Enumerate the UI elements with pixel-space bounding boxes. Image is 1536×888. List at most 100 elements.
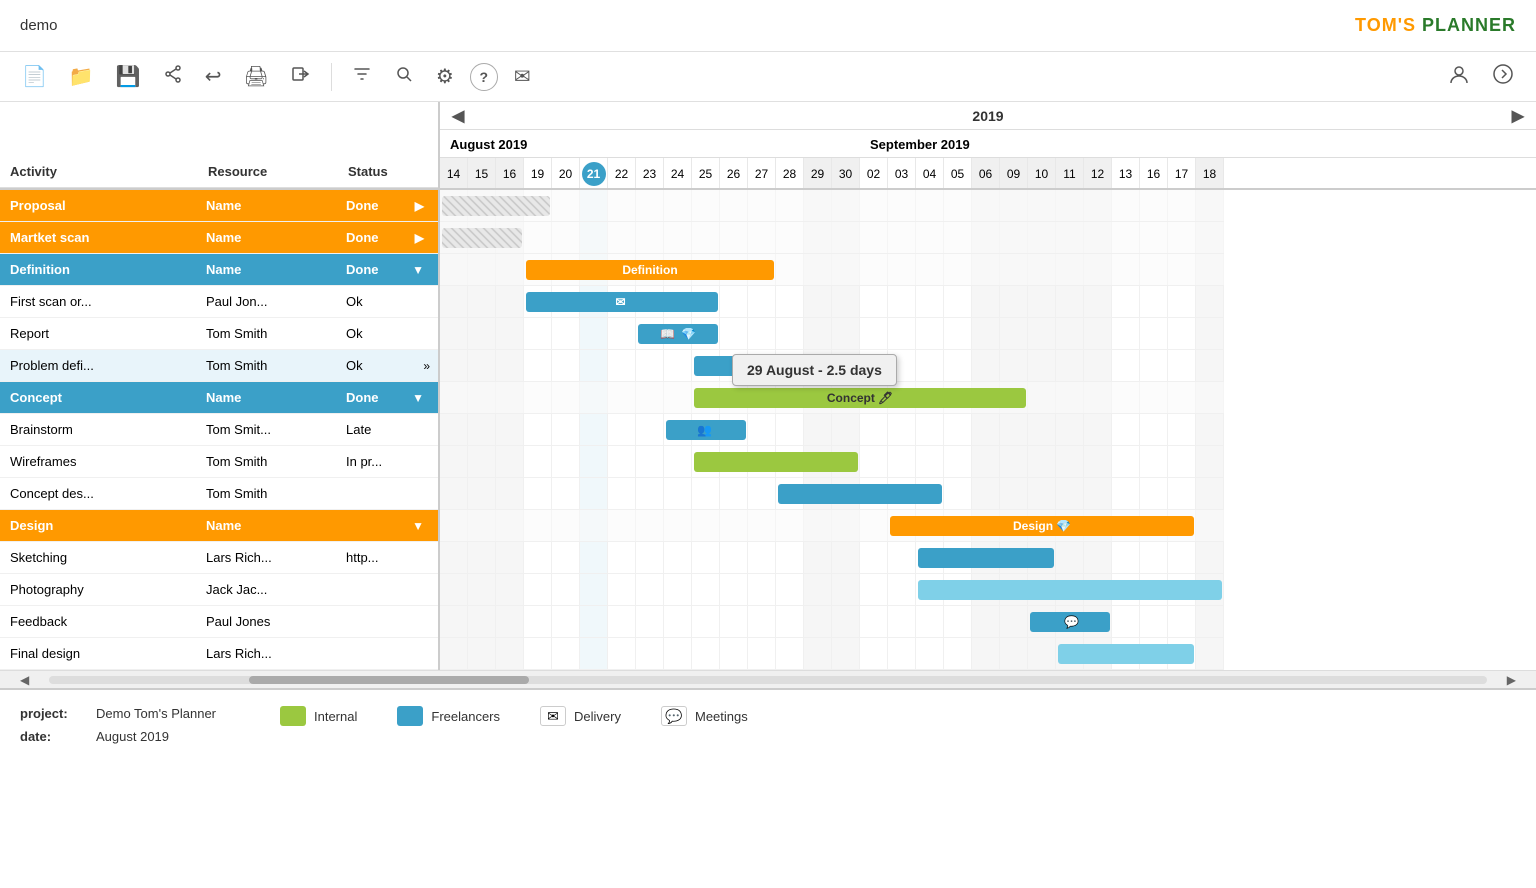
legend-color-box: ✉ — [540, 706, 566, 726]
gantt-bar[interactable] — [918, 548, 1054, 568]
settings-icon[interactable]: ⚙ — [430, 60, 460, 93]
status-header: Status — [338, 156, 438, 187]
print-icon[interactable]: 🖨 — [237, 60, 274, 93]
resource-cell: Lars Rich... — [198, 646, 338, 661]
table-row[interactable]: Problem defi...Tom SmithOk» — [0, 350, 438, 382]
login-icon[interactable] — [285, 60, 317, 94]
resource-cell: Lars Rich... — [198, 550, 338, 565]
gantt-bar[interactable]: Design💎 — [890, 516, 1194, 536]
activity-cell: Feedback — [0, 614, 198, 629]
share-icon[interactable] — [157, 60, 189, 94]
expand-arrow-icon[interactable]: ▼ — [412, 263, 424, 277]
resource-cell: Name — [198, 518, 338, 533]
gantt-bar[interactable]: 💬 — [1030, 612, 1110, 632]
project-value: Demo Tom's Planner — [96, 706, 216, 721]
forward-icon[interactable] — [1486, 59, 1520, 95]
table-row[interactable]: DesignName▼ — [0, 510, 438, 542]
gantt-bar[interactable]: 👥 — [666, 420, 746, 440]
legend-item: Internal — [280, 706, 357, 726]
folder-icon[interactable]: 📁 — [63, 60, 100, 93]
chart-row-11 — [440, 542, 1224, 574]
gantt-container: Activity Resource Status ProposalNameDon… — [0, 102, 1536, 670]
table-row[interactable]: Martket scanNameDone▶ — [0, 222, 438, 254]
next-year-arrow[interactable]: ▶ — [1504, 104, 1532, 128]
legend-item: ✉ Delivery — [540, 706, 621, 726]
scroll-left-arrow[interactable]: ◀ — [20, 673, 29, 687]
gantt-bar[interactable] — [694, 452, 858, 472]
gantt-bar[interactable]: 📖💎 — [638, 324, 718, 344]
table-row[interactable]: Concept des...Tom Smith — [0, 478, 438, 510]
day-cell: 25 — [692, 158, 720, 188]
new-file-icon[interactable]: 📄 — [16, 60, 53, 93]
day-cell: 12 — [1084, 158, 1112, 188]
table-row[interactable]: First scan or...Paul Jon...Ok — [0, 286, 438, 318]
status-cell: Done▼ — [338, 262, 438, 277]
gantt-bar[interactable] — [442, 228, 522, 248]
day-cell: 26 — [720, 158, 748, 188]
day-cell: 17 — [1168, 158, 1196, 188]
legend-label: Freelancers — [431, 709, 500, 724]
search-icon[interactable] — [388, 60, 420, 94]
gantt-bar[interactable] — [1058, 644, 1194, 664]
resource-header: Resource — [198, 156, 338, 187]
gantt-bar[interactable] — [778, 484, 942, 504]
gantt-bar[interactable] — [442, 196, 550, 216]
table-row[interactable]: FeedbackPaul Jones — [0, 606, 438, 638]
day-cell: 19 — [524, 158, 552, 188]
day-cell: 28 — [776, 158, 804, 188]
table-row[interactable]: BrainstormTom Smit...Late — [0, 414, 438, 446]
scroll-bar[interactable]: ◀ ▶ — [0, 670, 1536, 688]
table-row[interactable]: ConceptNameDone▼ — [0, 382, 438, 414]
legend-label: Delivery — [574, 709, 621, 724]
expand-arrow-icon[interactable]: ▼ — [412, 519, 424, 533]
gantt-bar[interactable]: Definition — [526, 260, 774, 280]
toolbar-separator-1 — [331, 63, 332, 91]
day-cell: 24 — [664, 158, 692, 188]
day-cell: 02 — [860, 158, 888, 188]
activity-header: Activity — [0, 156, 198, 187]
expand-arrow-icon[interactable]: ▼ — [412, 391, 424, 405]
day-cell: 04 — [916, 158, 944, 188]
legend-label: Meetings — [695, 709, 748, 724]
day-cell: 23 — [636, 158, 664, 188]
day-cell: 20 — [552, 158, 580, 188]
expand-arrow-icon[interactable]: ▶ — [415, 231, 424, 245]
table-row[interactable]: ReportTom SmithOk — [0, 318, 438, 350]
prev-year-arrow[interactable]: ◀ — [444, 104, 472, 128]
legend-label: Internal — [314, 709, 357, 724]
table-row[interactable]: ProposalNameDone▶ — [0, 190, 438, 222]
chart-row-1 — [440, 222, 1224, 254]
resource-cell: Name — [198, 262, 338, 277]
help-icon[interactable]: ? — [470, 63, 498, 91]
user-profile-icon[interactable] — [1442, 59, 1476, 95]
table-row[interactable]: PhotographyJack Jac... — [0, 574, 438, 606]
scroll-right-arrow[interactable]: ▶ — [1507, 673, 1516, 687]
table-row[interactable]: DefinitionNameDone▼ — [0, 254, 438, 286]
september-month-label: September 2019 — [860, 130, 1224, 158]
gantt-bar[interactable] — [918, 580, 1222, 600]
table-row[interactable]: SketchingLars Rich...http... — [0, 542, 438, 574]
activity-cell: Concept — [0, 390, 198, 405]
brand-toms: TOM'S — [1355, 15, 1416, 35]
chart-row-4 — [440, 318, 1224, 350]
resource-cell: Name — [198, 230, 338, 245]
year-label: 2019 — [972, 108, 1003, 124]
expand-arrow-icon[interactable]: ▶ — [415, 199, 424, 213]
status-cell: Done▶ — [338, 198, 438, 213]
day-cell: 05 — [944, 158, 972, 188]
table-row[interactable]: Final designLars Rich... — [0, 638, 438, 670]
mail-icon[interactable]: ✉ — [508, 60, 537, 93]
day-cell: 15 — [468, 158, 496, 188]
scroll-thumb[interactable] — [249, 676, 529, 684]
day-cell: 29 — [804, 158, 832, 188]
undo-icon[interactable]: ↩ — [199, 60, 228, 93]
filter-icon[interactable] — [346, 60, 378, 94]
table-row[interactable]: WireframesTom SmithIn pr... — [0, 446, 438, 478]
gantt-bar[interactable]: ✉ — [526, 292, 718, 312]
legend-color-box — [397, 706, 423, 726]
gantt-bar[interactable]: Concept🖊 — [694, 388, 1026, 408]
activity-cell: First scan or... — [0, 294, 198, 309]
save-icon[interactable]: 💾 — [110, 60, 147, 93]
left-panel: Activity Resource Status ProposalNameDon… — [0, 102, 440, 670]
scroll-track[interactable] — [49, 676, 1487, 684]
